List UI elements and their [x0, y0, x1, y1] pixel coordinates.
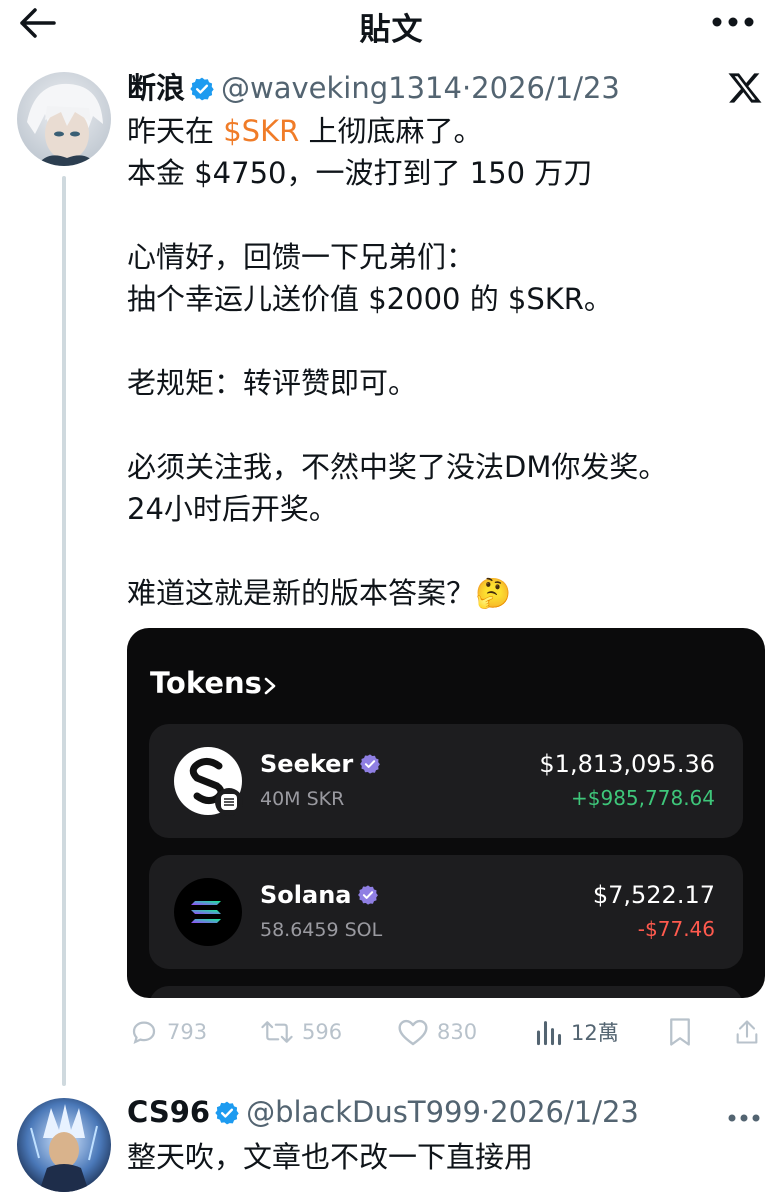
text-segment: 上彻底麻了。	[299, 114, 483, 148]
view-count: 12萬	[571, 1021, 619, 1045]
user-handle[interactable]: @waveking1314	[221, 71, 462, 105]
page-title: 貼文	[359, 12, 424, 48]
tweet-text-line: 24小时后开奖。	[127, 492, 338, 526]
separator-dot: ·	[461, 71, 472, 105]
like-count: 830	[437, 1020, 478, 1044]
chevron-right-icon	[263, 676, 277, 700]
display-name[interactable]: CS96	[127, 1095, 210, 1129]
tweet-text-line: 整天吹，文章也不改一下直接用	[127, 1140, 534, 1174]
token-amount: 40M SKR	[260, 788, 345, 810]
tweet-text-line: 难道这就是新的版本答案？🤔	[127, 576, 512, 610]
tweet-actions: 793 596 830 12萬	[127, 1012, 767, 1052]
attached-image[interactable]: Tokens Seeker 40M SKR $1,813,095.36 +$98…	[127, 628, 765, 998]
retweet-count: 596	[302, 1020, 343, 1044]
tweet-text-line: 老规矩：转评赞即可。	[127, 366, 418, 400]
verified-badge-icon	[189, 72, 215, 112]
bookmark-icon	[670, 1018, 690, 1046]
more-options-icon[interactable]	[711, 14, 755, 28]
reply-button[interactable]: 793	[129, 1012, 207, 1052]
tweet-date[interactable]: 2026/1/23	[490, 1095, 639, 1129]
token-name-label: Seeker	[260, 750, 354, 778]
separator-dot: ·	[480, 1095, 491, 1129]
views-button[interactable]: 12萬	[535, 1012, 619, 1052]
tweet-text: 昨天在 $SKR 上彻底麻了。 本金 $4750，一波打到了 150 万刀 心情…	[127, 110, 767, 614]
text-segment: 昨天在	[127, 114, 224, 148]
token-row-seeker: Seeker 40M SKR $1,813,095.36 +$985,778.6…	[149, 724, 743, 838]
verified-token-icon	[357, 884, 379, 912]
x-logo-icon	[727, 70, 763, 106]
token-value: $1,813,095.36	[539, 750, 715, 778]
reply-count: 793	[167, 1020, 208, 1044]
token-value: $7,522.17	[592, 881, 715, 909]
token-name-label: Solana	[260, 881, 352, 909]
share-icon	[736, 1020, 758, 1044]
top-bar: 貼文	[0, 0, 783, 48]
like-button[interactable]: 830	[397, 1012, 477, 1052]
tokens-title: Tokens	[150, 666, 262, 700]
tweet-date[interactable]: 2026/1/23	[471, 71, 620, 105]
retweet-icon	[261, 1021, 293, 1043]
bar-chart-icon	[536, 1021, 562, 1046]
token-change: -$77.46	[637, 917, 715, 941]
cashtag-link[interactable]: $SKR	[223, 114, 299, 148]
token-amount: 58.6459 SOL	[260, 919, 383, 941]
tweet-text: 整天吹，文章也不改一下直接用	[127, 1136, 767, 1178]
tweet-text-blank	[127, 320, 767, 362]
bookmark-button[interactable]	[667, 1012, 701, 1052]
reply-icon	[132, 1021, 156, 1045]
thread-line	[62, 176, 66, 1086]
tweet-header: 断浪 @waveking1314·2026/1/23	[127, 68, 620, 108]
verified-badge-icon	[214, 1096, 240, 1136]
tweet-header: CS96 @blackDusT999·2026/1/23	[127, 1092, 639, 1132]
share-button[interactable]	[733, 1012, 769, 1052]
tweet-text-blank	[127, 404, 767, 446]
more-options-icon[interactable]	[727, 1108, 761, 1122]
tweet-text-line: 必须关注我，不然中奖了没法DM你发奖。	[127, 450, 668, 484]
tweet-text-blank	[127, 530, 767, 572]
token-row-partial	[149, 986, 743, 998]
tweet-text-line: 本金 $4750，一波打到了 150 万刀	[127, 156, 593, 190]
seeker-token-icon	[173, 746, 243, 816]
token-name: Solana	[260, 881, 379, 912]
solana-token-icon	[173, 877, 243, 947]
tweet-text-blank	[127, 194, 767, 236]
token-change: +$985,778.64	[571, 786, 715, 810]
avatar[interactable]	[17, 72, 111, 166]
token-name: Seeker	[260, 750, 381, 781]
heart-icon	[398, 1019, 428, 1046]
avatar[interactable]	[17, 1098, 111, 1192]
retweet-button[interactable]: 596	[260, 1012, 342, 1052]
tweet-text-line: 心情好，回馈一下兄弟们：	[127, 240, 476, 274]
user-handle[interactable]: @blackDusT999	[246, 1095, 481, 1129]
tweet-text-line: 抽个幸运儿送价值 $2000 的 $SKR。	[127, 282, 613, 316]
tweet-text-line: 昨天在 $SKR 上彻底麻了。	[127, 110, 767, 152]
display-name[interactable]: 断浪	[127, 71, 185, 105]
verified-token-icon	[359, 753, 381, 781]
token-row-solana: Solana 58.6459 SOL $7,522.17 -$77.46	[149, 855, 743, 969]
